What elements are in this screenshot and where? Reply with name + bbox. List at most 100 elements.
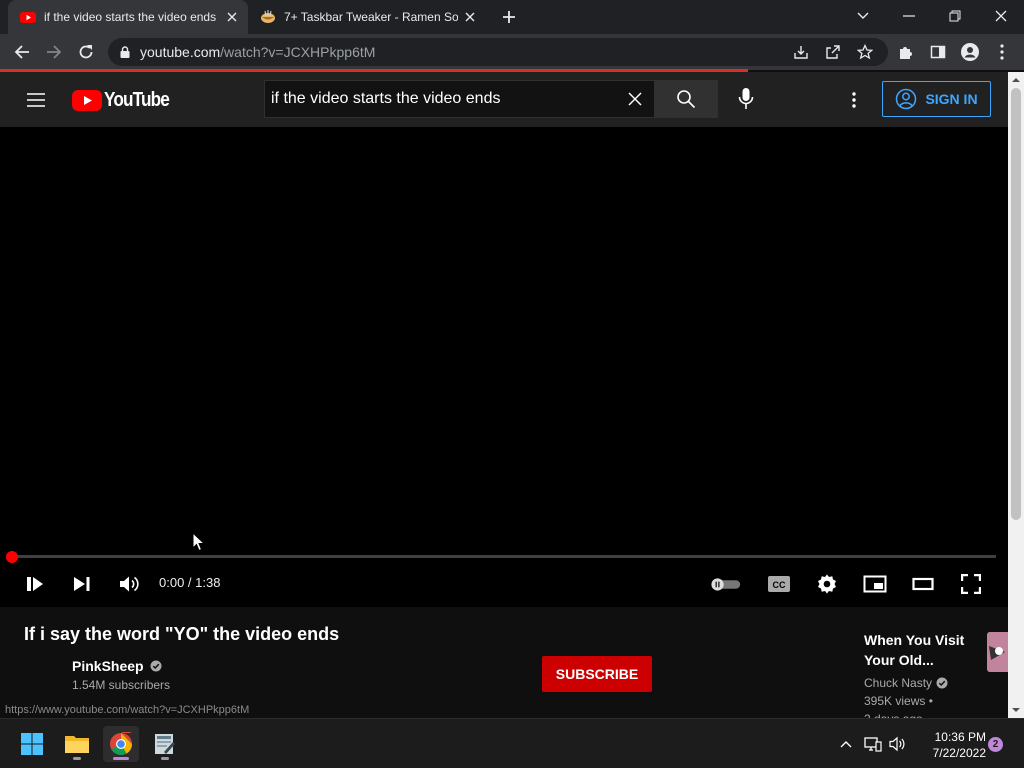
windows-logo-icon	[21, 733, 43, 755]
youtube-logo[interactable]: YouTube	[72, 89, 180, 112]
settings-more-icon[interactable]	[843, 88, 865, 112]
file-explorer-app[interactable]	[59, 726, 95, 762]
back-arrow-icon[interactable]	[8, 38, 36, 66]
close-tab-icon[interactable]	[220, 5, 244, 29]
mouse-cursor-icon	[192, 532, 206, 552]
video-title: If i say the word "YO" the video ends	[24, 624, 340, 644]
search-input[interactable]: if the video starts the video ends	[264, 80, 654, 118]
show-hidden-icons-chevron-icon[interactable]	[836, 734, 856, 754]
address-bar[interactable]: youtube.com/watch?v=JCXHPkpp6tM	[108, 38, 888, 66]
theater-mode-button[interactable]	[907, 570, 939, 598]
taskbar-tweaker-app[interactable]	[147, 726, 183, 762]
running-indicator	[73, 757, 81, 760]
page-scrollbar[interactable]	[1008, 72, 1024, 718]
video-player[interactable]: 0:00 / 1:38 CC	[0, 127, 1008, 672]
miniplayer-button[interactable]	[859, 570, 891, 598]
forward-arrow-icon[interactable]	[40, 38, 68, 66]
time-display: 0:00 / 1:38	[159, 575, 221, 590]
restore-button[interactable]	[932, 0, 978, 32]
recommended-video[interactable]: When You Visit Your Old... Chuck Nasty 3…	[864, 630, 994, 718]
search-button[interactable]	[654, 80, 718, 118]
recommended-age: 2 days ago	[864, 710, 994, 718]
miniplayer-icon	[863, 575, 887, 593]
volume-button[interactable]	[113, 570, 145, 598]
tab-youtube[interactable]: if the video starts the video ends	[8, 0, 248, 34]
search-icon	[677, 90, 696, 109]
recommended-channel-text: Chuck Nasty	[864, 676, 933, 690]
lock-icon[interactable]	[120, 46, 130, 58]
gear-icon	[818, 574, 836, 594]
tab-taskbar-tweaker[interactable]: 7+ Taskbar Tweaker - Ramen Soft	[250, 0, 486, 34]
sign-in-label: SIGN IN	[925, 91, 978, 107]
speaker-volume-icon[interactable]	[888, 734, 908, 754]
autoplay-toggle[interactable]	[710, 570, 742, 598]
play-pause-icon	[27, 577, 43, 591]
subscriber-count: 1.54M subscribers	[72, 678, 171, 692]
network-icon[interactable]	[863, 734, 883, 754]
recommended-channel: Chuck Nasty	[864, 674, 994, 692]
minimize-button[interactable]	[886, 0, 932, 32]
profile-icon[interactable]	[956, 38, 984, 66]
account-circle-icon	[895, 88, 917, 110]
ramen-favicon-icon	[260, 9, 276, 25]
notification-badge[interactable]: 2	[988, 737, 1003, 752]
play-pause-button[interactable]	[19, 570, 51, 598]
reload-icon[interactable]	[72, 38, 100, 66]
browser-toolbar: youtube.com/watch?v=JCXHPkpp6tM	[0, 34, 1024, 70]
recommended-title-line-1: When You Visit	[864, 632, 965, 648]
windows-taskbar: 10:36 PM 7/22/2022 2	[0, 718, 1024, 768]
hamburger-menu-icon[interactable]	[24, 88, 48, 112]
clear-search-icon[interactable]	[624, 88, 646, 110]
clock-date: 7/22/2022	[932, 746, 986, 760]
side-panel-icon[interactable]	[924, 38, 952, 66]
close-tab-icon[interactable]	[458, 5, 482, 29]
theater-mode-icon	[912, 577, 934, 591]
recommended-title-line-2: Your Old...	[864, 652, 934, 668]
youtube-masthead: YouTube if the video starts the video en…	[0, 72, 1008, 127]
scroll-up-arrow-icon[interactable]	[1012, 76, 1020, 84]
running-indicator	[161, 757, 169, 760]
verified-check-icon	[150, 660, 162, 672]
channel-name-text: PinkSheep	[72, 658, 144, 674]
start-button[interactable]	[14, 726, 50, 762]
channel-name[interactable]: PinkSheep	[72, 658, 162, 674]
settings-button[interactable]	[811, 570, 843, 598]
taskbar-tweaker-icon	[155, 734, 175, 754]
new-tab-button[interactable]	[496, 5, 522, 29]
share-icon[interactable]	[822, 42, 844, 62]
skip-next-icon	[74, 577, 90, 591]
subscribe-button[interactable]: SUBSCRIBE	[542, 656, 652, 692]
fullscreen-button[interactable]	[955, 570, 987, 598]
tab-title: 7+ Taskbar Tweaker - Ramen Soft	[284, 10, 458, 24]
progress-bar[interactable]	[12, 555, 996, 558]
youtube-logo-icon	[72, 90, 102, 111]
next-video-button[interactable]	[66, 570, 98, 598]
extensions-puzzle-icon[interactable]	[892, 38, 920, 66]
voice-search-mic-icon[interactable]	[734, 86, 758, 112]
volume-icon	[120, 576, 139, 592]
youtube-logo-text: YouTube	[104, 89, 170, 111]
fullscreen-icon	[961, 574, 981, 594]
chrome-icon	[110, 732, 132, 755]
browser-tab-strip: if the video starts the video ends 7+ Ta…	[0, 0, 1024, 34]
browser-menu-icon[interactable]	[988, 38, 1016, 66]
bookmark-star-icon[interactable]	[854, 42, 876, 62]
scroll-down-arrow-icon[interactable]	[1012, 706, 1020, 714]
tab-search-chevron-icon[interactable]	[840, 0, 886, 32]
cc-icon: CC	[768, 576, 790, 592]
scrollbar-thumb[interactable]	[1011, 88, 1021, 520]
autoplay-toggle-icon	[711, 578, 741, 591]
link-status-url: https://www.youtube.com/watch?v=JCXHPkpp…	[0, 702, 255, 718]
progress-scrubber[interactable]	[6, 551, 18, 563]
chrome-app[interactable]	[103, 726, 139, 762]
svg-text:CC: CC	[773, 580, 786, 590]
clock-time: 10:36 PM	[934, 730, 986, 744]
close-window-button[interactable]	[978, 0, 1024, 32]
captions-button[interactable]: CC	[763, 570, 795, 598]
install-app-icon[interactable]	[790, 42, 812, 62]
verified-check-icon	[936, 677, 948, 689]
system-clock[interactable]: 10:36 PM 7/22/2022	[914, 729, 986, 761]
tab-title: if the video starts the video ends	[44, 10, 217, 24]
sign-in-button[interactable]: SIGN IN	[882, 81, 991, 117]
running-indicator	[113, 757, 129, 760]
